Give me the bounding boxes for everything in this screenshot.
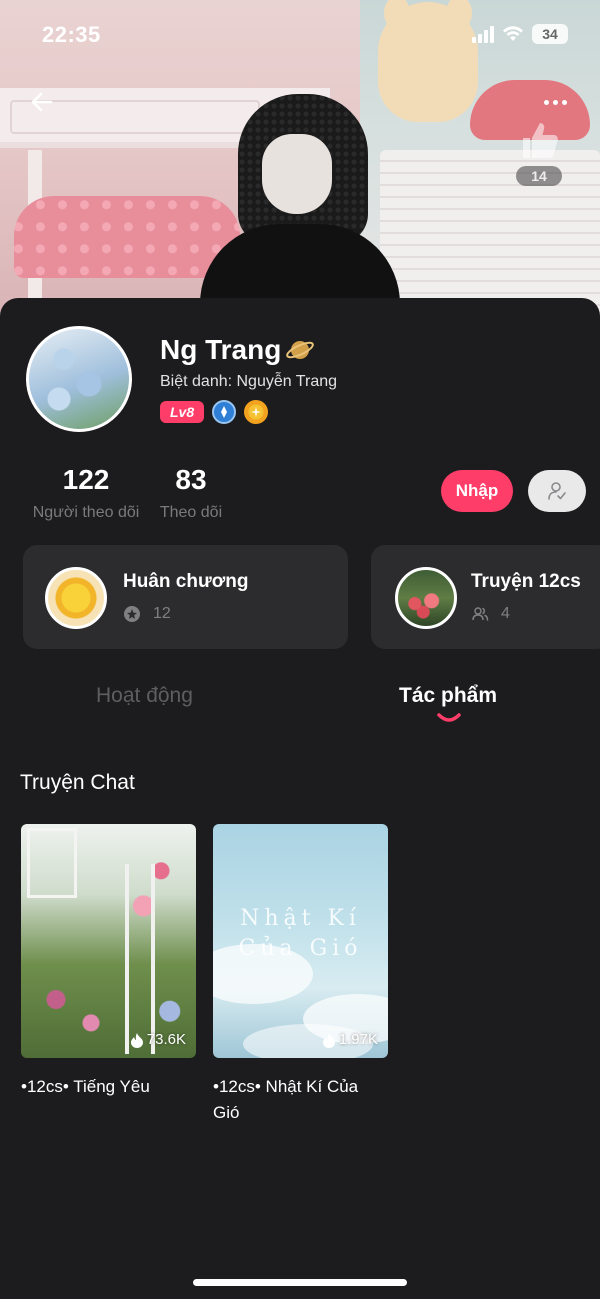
arrow-left-icon [31,92,53,112]
story-title: •12cs• Tiếng Yêu [21,1077,150,1096]
medals-count: 12 [153,605,171,622]
medal-icon [45,567,107,629]
medal-small-icon [124,606,140,622]
more-options-button[interactable] [538,92,572,112]
avatar-character [200,94,400,304]
group-avatar [395,567,457,629]
fire-icon [322,1032,335,1048]
group-count: 4 [501,605,510,622]
enter-button[interactable]: Nhập [441,470,513,512]
planet-icon [286,341,315,359]
more-dot-icon [552,99,558,105]
followers-label: Người theo dõi [32,504,140,521]
banner-cabinet [380,150,600,320]
tab-activity[interactable]: Hoạt động [96,684,193,708]
level-badge[interactable]: Lv8 [160,401,205,423]
group-icon [472,607,489,621]
tab-active-indicator [437,713,461,722]
story-cover: Nhật Kí Của Gió 1.97K [213,824,388,1058]
medals-card[interactable]: Huân chương 12 [23,545,348,649]
following-count: 83 [175,464,207,495]
status-time: 22:35 [42,22,101,47]
back-button[interactable] [26,86,58,118]
fire-icon [130,1032,143,1048]
story-card[interactable]: 73.6K •12cs• Tiếng Yêu [21,824,196,1100]
story-cover-text: Nhật Kí [240,906,361,931]
tab-works[interactable]: Tác phẩm [399,684,497,708]
like-count: 14 [516,166,562,186]
group-title: Truyện 12cs [471,571,581,592]
following-label: Theo dõi [159,504,223,521]
medals-count-row: 12 [123,605,171,623]
section-title: Truyện Chat [20,771,135,794]
profile-name-text: Ng Trang [160,334,282,365]
story-views-count: 73.6K [146,1031,186,1048]
story-title: •12cs• Nhật Kí Của Gió [213,1077,359,1122]
group-count-row: 4 [471,605,510,623]
home-indicator[interactable] [193,1279,407,1286]
signal-icon [472,25,494,43]
story-views-count: 1.97K [338,1031,378,1048]
like-button[interactable]: 14 [512,118,566,192]
battery-icon: 34 [532,24,568,44]
more-dot-icon [561,99,567,105]
status-indicators: 34 [472,24,568,44]
friend-button[interactable] [528,470,586,512]
following-stat[interactable]: 83 Theo dõi [152,464,230,522]
badge-row: Lv8 [160,400,269,424]
group-card[interactable]: Truyện 12cs 4 [371,545,600,649]
profile-sheet [0,298,600,1299]
avatar[interactable] [26,326,132,432]
story-cover-text: Của Gió [238,936,363,961]
wifi-icon [503,26,523,41]
story-cover: 73.6K [21,824,196,1058]
story-views: 73.6K [130,1031,186,1048]
medals-title: Huân chương [123,571,249,592]
sun-badge-icon[interactable] [244,400,269,424]
followers-stat[interactable]: 122 Người theo dõi [28,464,144,522]
thumbs-up-icon [523,123,558,158]
profile-name: Ng Trang [160,334,315,366]
story-card[interactable]: Nhật Kí Của Gió 1.97K •12cs• Nhật Kí Của… [213,824,388,1126]
user-check-icon [548,482,566,500]
profile-banner [0,0,600,320]
followers-count: 122 [62,464,110,495]
story-views: 1.97K [322,1031,378,1048]
nickname: Biệt danh: Nguyễn Trang [160,373,338,390]
rocket-badge-icon[interactable] [212,400,237,424]
more-dot-icon [543,99,549,105]
